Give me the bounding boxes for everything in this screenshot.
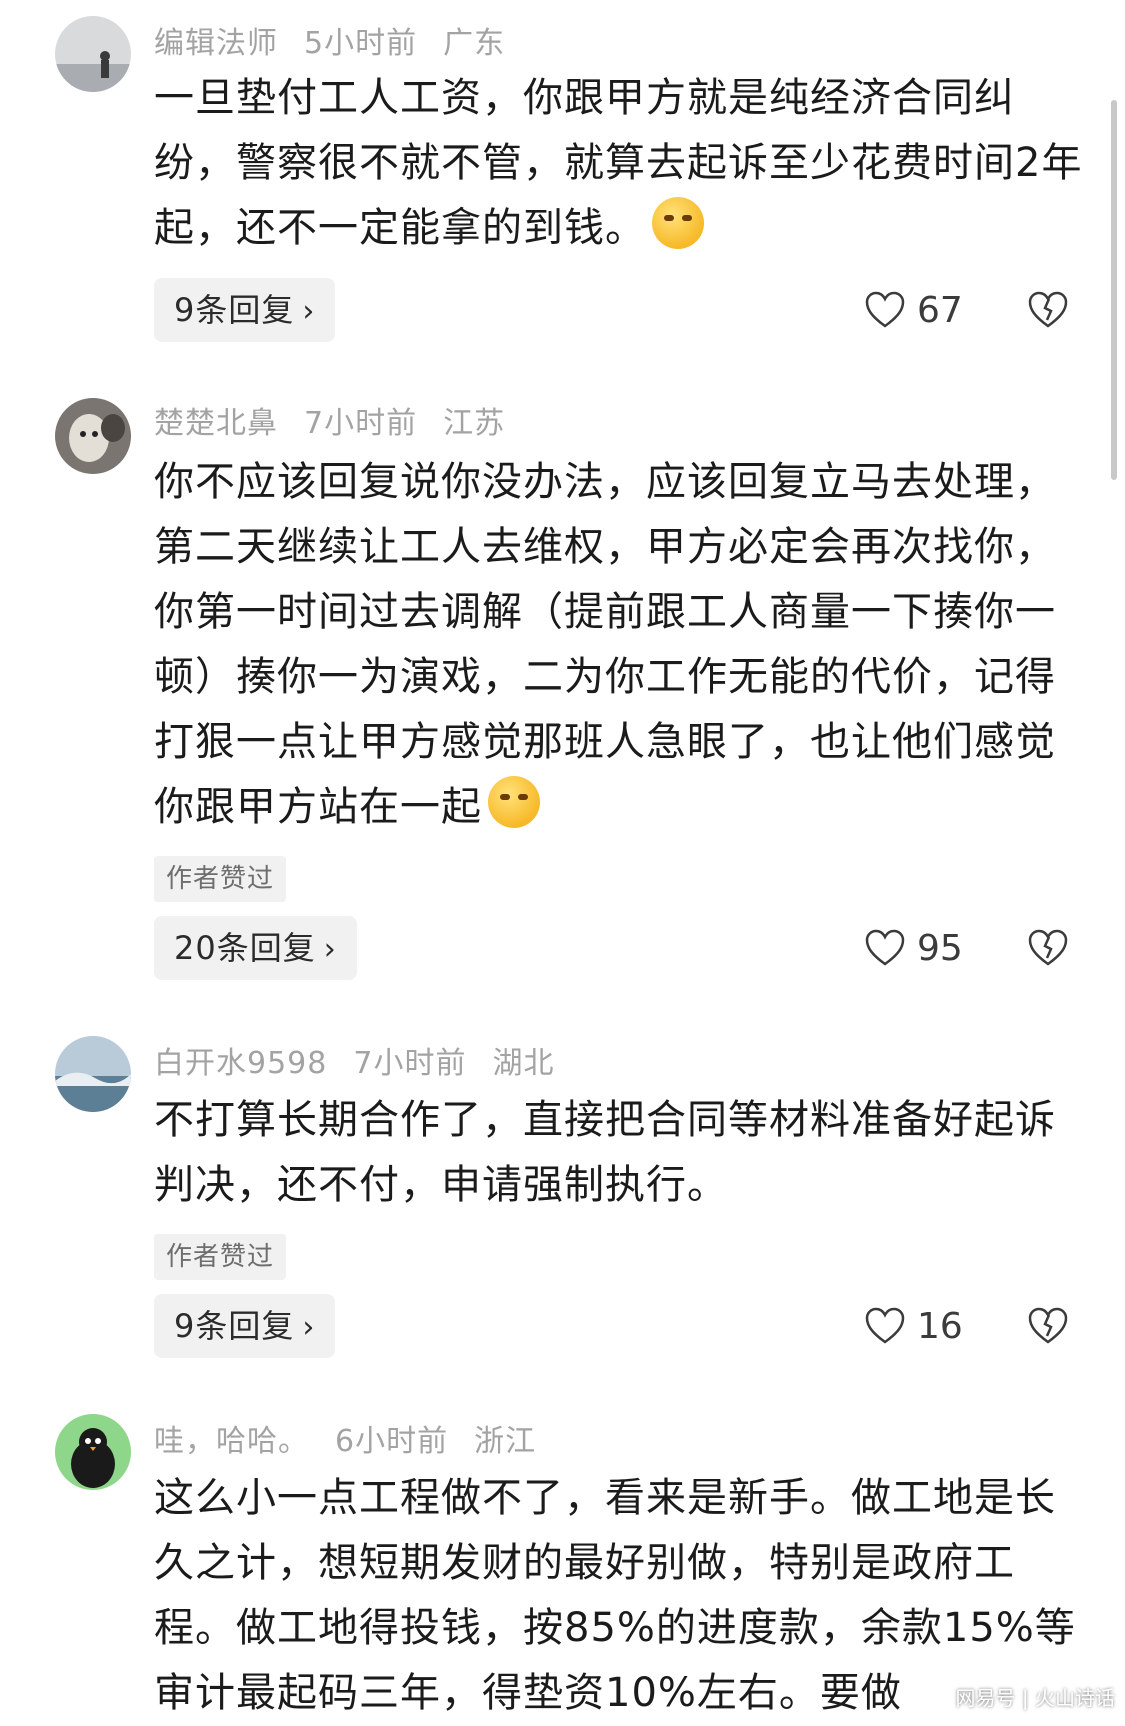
comment-meta: 哇，哈哈。 6小时前 浙江 [154, 1416, 562, 1459]
heart-icon [865, 1307, 905, 1344]
comment-text: 这么小一点工程做不了，看来是新手。做工地是长久之计，想短期发财的最好别做，特别是… [154, 1475, 1076, 1716]
comment-text: 你不应该回复说你没办法，应该回复立马去处理，第二天继续让工人去维权，甲方必定会再… [154, 459, 1056, 830]
scrollbar[interactable] [1111, 100, 1117, 480]
location: 湖北 [492, 1046, 555, 1081]
like-button[interactable]: 95 [865, 916, 963, 980]
like-count: 16 [917, 1305, 963, 1347]
username[interactable]: 哇，哈哈。 [154, 1424, 309, 1459]
avatar[interactable] [55, 1036, 131, 1112]
chevron-right-icon: › [302, 294, 316, 329]
timestamp: 7小时前 [304, 406, 418, 441]
comment-text: 不打算长期合作了，直接把合同等材料准备好起诉判决，还不付，申请强制执行。 [154, 1097, 1056, 1208]
timestamp: 7小时前 [353, 1046, 467, 1081]
replies-button[interactable]: 9条回复 › [154, 278, 336, 342]
comment-meta: 楚楚北鼻 7小时前 江苏 [154, 398, 531, 441]
avatar[interactable] [55, 1414, 131, 1490]
laugh-cry-emoji-icon [488, 776, 540, 828]
chevron-right-icon: › [323, 932, 337, 967]
username[interactable]: 编辑法师 [154, 26, 278, 61]
author-liked-badge: 作者赞过 [154, 1234, 287, 1280]
like-count: 95 [917, 927, 963, 969]
avatar[interactable] [55, 398, 131, 474]
heart-icon [865, 291, 905, 328]
replies-button[interactable]: 20条回复 › [154, 916, 357, 980]
like-button[interactable]: 67 [865, 278, 963, 342]
like-count: 67 [917, 289, 963, 331]
dislike-heart-icon[interactable] [1028, 1306, 1068, 1346]
watermark: 网易号 | 火山诗话 [955, 1686, 1115, 1710]
heart-icon [865, 929, 905, 966]
avatar[interactable] [55, 16, 131, 92]
username[interactable]: 白开水9598 [154, 1046, 327, 1081]
timestamp: 5小时前 [304, 26, 418, 61]
location: 江苏 [443, 406, 506, 441]
timestamp: 6小时前 [335, 1424, 449, 1459]
replies-button[interactable]: 9条回复 › [154, 1294, 336, 1358]
author-liked-badge: 作者赞过 [154, 856, 287, 902]
location: 广东 [443, 26, 506, 61]
chevron-right-icon: › [302, 1310, 316, 1345]
comment-meta: 白开水9598 7小时前 湖北 [154, 1038, 580, 1081]
like-button[interactable]: 16 [865, 1294, 963, 1358]
comment-meta: 编辑法师 5小时前 广东 [154, 18, 531, 61]
smirk-emoji-icon [652, 197, 704, 249]
username[interactable]: 楚楚北鼻 [154, 406, 278, 441]
dislike-heart-icon[interactable] [1028, 928, 1068, 968]
location: 浙江 [474, 1424, 537, 1459]
comment-text: 一旦垫付工人工资，你跟甲方就是纯经济合同纠纷，警察很不就不管，就算去起诉至少花费… [154, 75, 1083, 251]
dislike-heart-icon[interactable] [1028, 290, 1068, 330]
